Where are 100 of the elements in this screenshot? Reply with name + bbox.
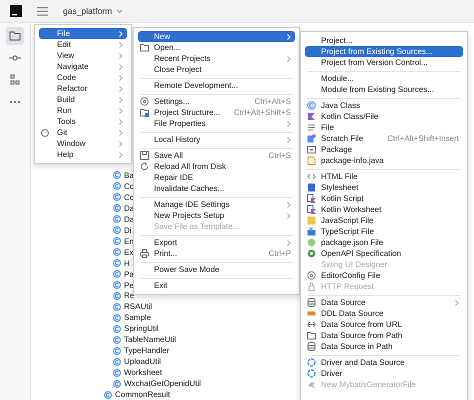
menu-item[interactable]: Kotlin Class/File: [305, 111, 463, 122]
menu-item[interactable]: Remote Development...: [138, 80, 295, 91]
menu-item[interactable]: Power Save Mode: [138, 264, 295, 275]
tree-item[interactable]: Worksheet: [124, 368, 162, 378]
menu-item[interactable]: DDL Data Source: [305, 308, 463, 319]
menu-item[interactable]: Help: [39, 149, 127, 160]
tree-item[interactable]: Sample: [124, 313, 152, 322]
tree-item[interactable]: TypeHandler: [124, 346, 170, 356]
class-icon: [113, 292, 121, 300]
menu-item[interactable]: Recent Projects: [138, 53, 295, 64]
project-icon[interactable]: [6, 27, 24, 45]
menu-item[interactable]: Project...: [305, 35, 463, 46]
menu-item[interactable]: OpenAPI Specification: [305, 248, 463, 259]
menu-item[interactable]: HTML File: [305, 171, 463, 182]
menu-item[interactable]: Project from Version Control...: [305, 57, 463, 68]
menu-item[interactable]: Driver: [305, 368, 463, 379]
menu-item[interactable]: Data Source: [305, 297, 463, 308]
class-icon: [113, 336, 121, 344]
menu-item[interactable]: Java Class: [305, 100, 463, 111]
reload-icon: [140, 162, 149, 171]
code-icon: [307, 172, 316, 181]
script-icon: [307, 194, 316, 203]
class-icon: [113, 248, 121, 256]
menu-item[interactable]: EditorConfig File: [305, 270, 463, 281]
menu-item[interactable]: Print... Ctrl+P: [138, 248, 295, 259]
database-icon: [307, 298, 316, 307]
menu-item[interactable]: Save All Ctrl+S: [138, 150, 295, 161]
menu-item[interactable]: Kotlin Script: [305, 193, 463, 204]
class-icon: [113, 215, 121, 224]
menu-item[interactable]: Export: [138, 237, 295, 248]
menu-item[interactable]: Stylesheet: [305, 182, 463, 193]
class-icon: [113, 171, 121, 180]
menu-item[interactable]: Project Structure... Ctrl+Alt+Shift+S: [138, 107, 295, 118]
script-icon: [307, 205, 316, 214]
class-icon: [113, 314, 121, 322]
menu-item[interactable]: Driver and Data Source: [305, 357, 463, 368]
menu-item[interactable]: Open...: [138, 42, 295, 53]
menu-item[interactable]: Tools: [39, 116, 127, 127]
class-icon: [113, 380, 121, 388]
menu-item[interactable]: Repair IDE: [138, 172, 295, 183]
menu-item[interactable]: Local History: [138, 134, 295, 145]
menu-item[interactable]: TypeScript File: [305, 226, 463, 237]
menu-item[interactable]: Settings... Ctrl+Alt+S: [138, 96, 295, 107]
menu-item[interactable]: Module...: [305, 73, 463, 84]
class-icon: [113, 324, 121, 333]
menu-item[interactable]: Kotlin Worksheet: [305, 204, 463, 215]
tree-item[interactable]: Re: [124, 291, 134, 300]
tree-item[interactable]: WxchatGetOpenidUtil: [124, 379, 201, 388]
class-icon: [113, 281, 121, 289]
openapi-icon: [307, 249, 316, 258]
menu-item[interactable]: File: [39, 28, 127, 39]
tree-item[interactable]: RSAUtil: [124, 302, 152, 312]
tree-item[interactable]: UploadUtil: [124, 357, 161, 366]
tree-item[interactable]: TableNameUtil: [124, 335, 176, 344]
class-icon: [113, 226, 121, 234]
menu-item[interactable]: File Properties: [138, 118, 295, 129]
menu-item[interactable]: JavaScript File: [305, 215, 463, 226]
class-icon: [113, 259, 121, 268]
menu-item[interactable]: Data Source from URL: [305, 319, 463, 330]
class-icon: [113, 204, 121, 212]
menu-item[interactable]: package-info.java: [305, 155, 463, 166]
menu-item[interactable]: Navigate: [39, 61, 127, 72]
stylesheet-icon: [307, 183, 316, 192]
menu-item[interactable]: View: [39, 50, 127, 61]
menu-item[interactable]: Refactor: [39, 83, 127, 94]
menu-item[interactable]: Manage IDE Settings: [138, 199, 295, 210]
menu-item[interactable]: Scratch File Ctrl+Alt+Shift+Insert: [305, 133, 463, 144]
tree-item[interactable]: CommonResult: [115, 390, 170, 400]
menu-item[interactable]: Git: [39, 127, 127, 138]
class-icon: [113, 368, 121, 377]
menu-item[interactable]: Run: [39, 105, 127, 116]
tree-item[interactable]: SpringUtil: [124, 324, 159, 334]
menu-item[interactable]: Build: [39, 94, 127, 105]
menu-item[interactable]: Reload All from Disk: [138, 161, 295, 172]
menu-item[interactable]: Code: [39, 72, 127, 83]
chevron-icon: [287, 136, 291, 142]
menu-item[interactable]: Module from Existing Sources...: [305, 84, 463, 95]
menu-item[interactable]: Package: [305, 144, 463, 155]
menu-item[interactable]: Data Source in Path: [305, 341, 463, 352]
tree-item[interactable]: Di: [124, 226, 132, 235]
menu-item[interactable]: Invalidate Caches...: [138, 183, 295, 194]
tree-item[interactable]: H: [124, 258, 130, 268]
menu-item[interactable]: Window: [39, 138, 127, 149]
menu-item[interactable]: New Projects Setup: [138, 210, 295, 221]
menu-item[interactable]: Close Project: [138, 64, 295, 75]
menu-item[interactable]: Project from Existing Sources...: [305, 46, 463, 57]
database-icon: [307, 342, 316, 351]
project-selector[interactable]: gas_platform: [63, 6, 124, 16]
menu-item[interactable]: Data Source from Path: [305, 330, 463, 341]
menu-item[interactable]: Edit: [39, 39, 127, 50]
menu-item[interactable]: New: [138, 31, 295, 42]
scratch-file-icon: [307, 134, 316, 143]
menu-item[interactable]: package.json File: [305, 237, 463, 248]
menu-item[interactable]: File: [305, 122, 463, 133]
menu-icon[interactable]: [37, 6, 48, 16]
menu-item[interactable]: Exit: [138, 280, 295, 291]
tree-item[interactable]: Pa: [124, 270, 134, 279]
tree-item[interactable]: Pe: [124, 280, 134, 290]
tree-item[interactable]: Ex: [124, 248, 134, 257]
tree-item[interactable]: Ba: [124, 170, 134, 180]
